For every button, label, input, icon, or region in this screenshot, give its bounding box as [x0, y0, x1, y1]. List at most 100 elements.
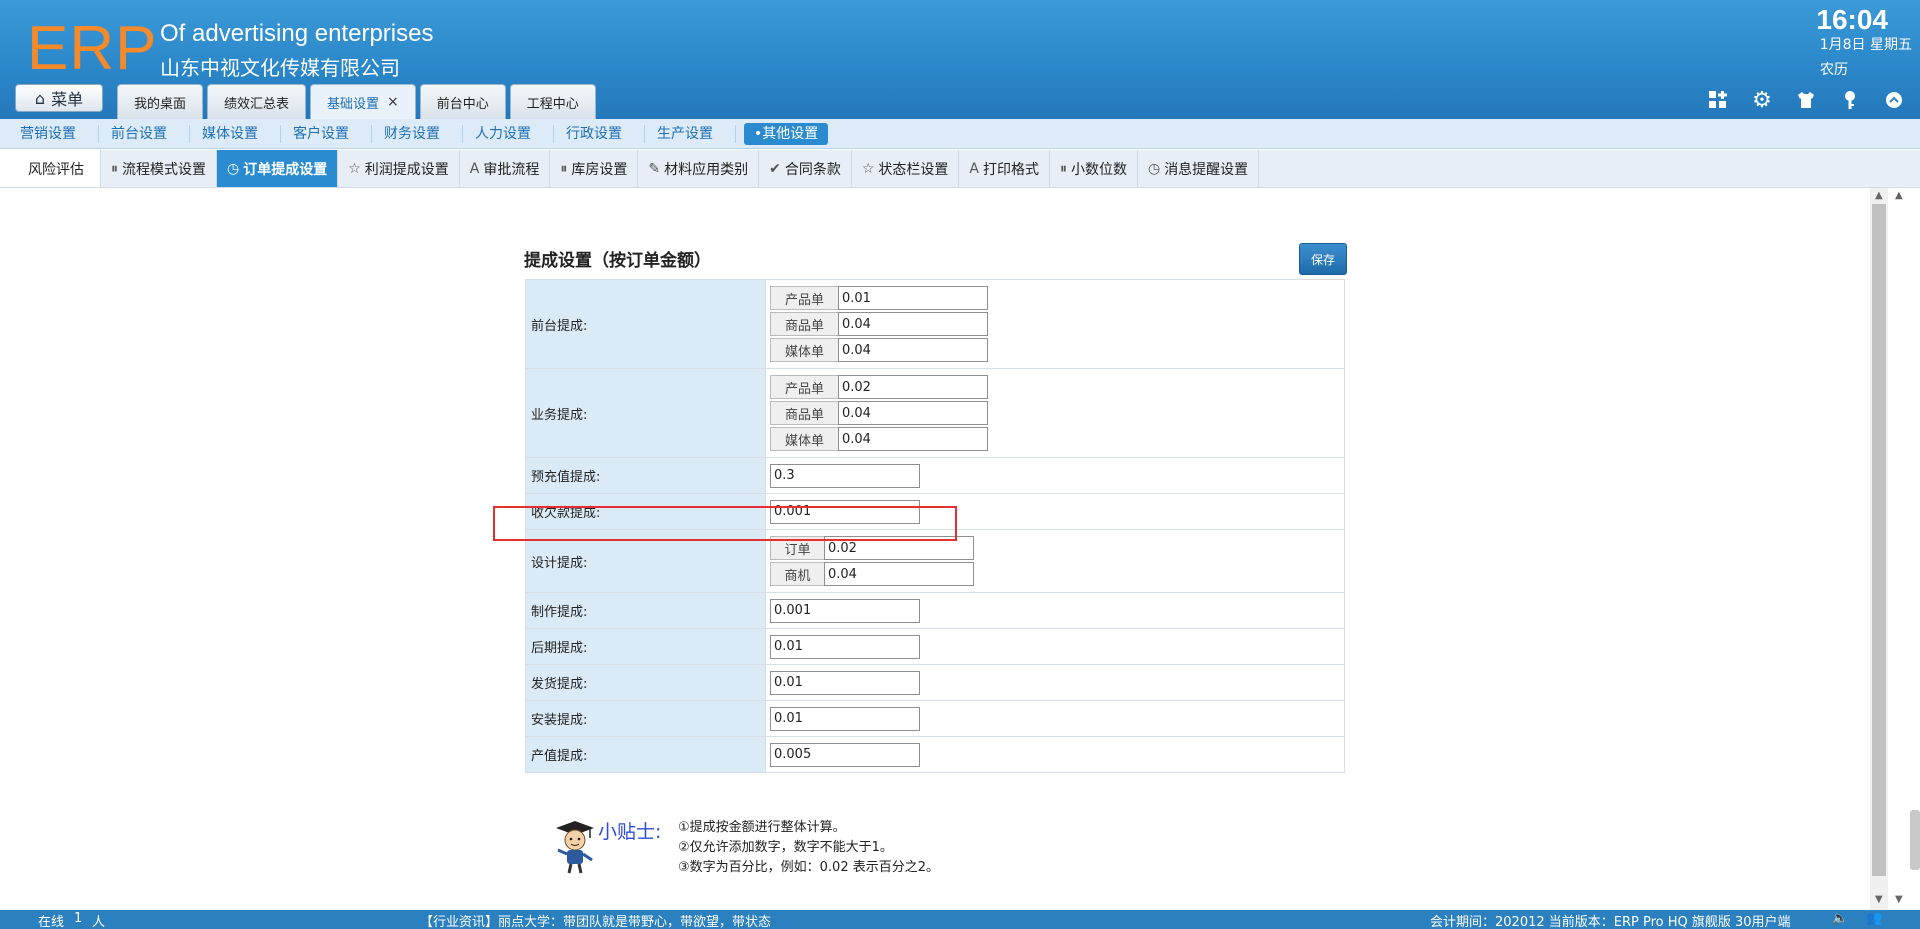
settings-tabs: 风险评估 ⏸ 流程模式设置 ◷ 订单提成设置 ☆ 利润提成设置 A 审批流程 ⏸ 库房设置… — [0, 150, 1920, 188]
tab-basic-settings[interactable]: 基础设置 × — [310, 84, 416, 119]
collapse-up-icon[interactable] — [1882, 88, 1906, 112]
prepaid-commission-input[interactable] — [770, 463, 920, 488]
menu-button[interactable]: ⌂ 菜单 — [15, 84, 103, 112]
tab-approval-flow[interactable]: A 审批流程 — [460, 150, 551, 187]
install-commission-input[interactable] — [770, 706, 920, 731]
input-addon: 媒体单 — [770, 427, 838, 451]
front-media-order-input[interactable] — [838, 338, 988, 362]
shipping-commission-input[interactable] — [770, 670, 920, 695]
tab-performance-summary[interactable]: 绩效汇总表 — [207, 84, 307, 119]
speaker-icon[interactable]: 🔈 — [1832, 911, 1848, 926]
nav-finance-settings[interactable]: 财务设置 — [372, 124, 463, 143]
shirt-icon[interactable] — [1794, 88, 1818, 112]
clock-icon: ◷ — [227, 160, 240, 177]
tab-label: 利润提成设置 — [364, 161, 449, 178]
online-unit: 人 — [92, 915, 106, 929]
tab-label: 消息提醒设置 — [1164, 161, 1249, 178]
nav-other-settings[interactable]: •其他设置 — [744, 122, 829, 145]
nav-production-settings[interactable]: 生产设置 — [645, 124, 736, 143]
tab-label: 风险评估 — [28, 161, 84, 178]
online-label: 在线 — [38, 915, 65, 929]
scrollbar-thumb[interactable] — [1872, 204, 1886, 876]
production-commission-input[interactable] — [770, 598, 920, 623]
row-front-commission: 前台提成: 产品单 商品单 媒体单 — [525, 279, 1345, 369]
nav-customer-settings[interactable]: 客户设置 — [281, 124, 372, 143]
tab-label: 工程中心 — [526, 96, 579, 112]
tab-order-commission[interactable]: ◷ 订单提成设置 — [217, 150, 339, 187]
input-addon: 产品单 — [770, 286, 838, 310]
tab-warehouse[interactable]: ⏸ 库房设置 — [550, 150, 639, 187]
design-opportunity-input[interactable] — [824, 562, 974, 586]
tab-material-category[interactable]: ✎ 材料应用类别 — [638, 150, 760, 187]
tab-label: 流程模式设置 — [122, 161, 206, 178]
outer-scroll-down-icon[interactable]: ▼ — [1895, 894, 1903, 905]
front-goods-order-input[interactable] — [838, 312, 988, 336]
tab-process-mode[interactable]: ⏸ 流程模式设置 — [101, 150, 217, 187]
tab-label: 前台中心 — [436, 96, 489, 112]
tab-decimal-places[interactable]: ⏸ 小数位数 — [1050, 150, 1138, 187]
field-label: 业务提成: — [525, 368, 766, 458]
tab-label: 库房设置 — [571, 161, 628, 178]
key-icon[interactable] — [1838, 88, 1862, 112]
scroll-up-icon[interactable]: ▲ — [1875, 190, 1883, 201]
nav-hr-settings[interactable]: 人力设置 — [463, 124, 554, 143]
field-label: 制作提成: — [525, 592, 766, 629]
tab-print-format[interactable]: A 打印格式 — [959, 150, 1050, 187]
app-header: ERP Of advertising enterprises 山东中视文化传媒有… — [0, 0, 1920, 119]
tips-list: ①提成按金额进行整体计算。 ②仅允许添加数字，数字不能大于1。 ③数字为百分比，… — [678, 818, 939, 878]
outer-scrollbar-thumb[interactable] — [1910, 810, 1920, 870]
field-label: 产值提成: — [525, 736, 766, 773]
business-media-order-input[interactable] — [838, 427, 988, 451]
news-ticker[interactable]: 【行业资讯】丽点大学：带团队就是带野心，带欲望，带状态 — [420, 911, 771, 929]
scroll-down-icon[interactable]: ▼ — [1875, 894, 1883, 905]
grid-add-icon[interactable] — [1706, 88, 1730, 112]
nav-admin-settings[interactable]: 行政设置 — [554, 124, 645, 143]
pause-circle-icon: ⏸ — [1059, 160, 1067, 177]
tip-line: ③数字为百分比，例如：0.02 表示百分之2。 — [678, 860, 940, 875]
tab-label: 小数位数 — [1070, 161, 1127, 178]
tab-front-center[interactable]: 前台中心 — [419, 84, 506, 119]
business-product-order-input[interactable] — [838, 375, 988, 399]
star-icon: ☆ — [348, 160, 361, 177]
nav-front-settings[interactable]: 前台设置 — [99, 124, 190, 143]
highlight-box — [493, 506, 957, 541]
company-name-en: Of advertising enterprises — [160, 20, 434, 47]
clock-icon: ◷ — [1147, 160, 1161, 177]
graduate-cartoon-icon — [552, 818, 598, 874]
menu-button-label: 菜单 — [51, 90, 84, 109]
tab-message-reminder[interactable]: ◷ 消息提醒设置 — [1138, 150, 1260, 187]
check-icon: ✔ — [769, 160, 781, 177]
gear-icon[interactable]: ⚙ — [1750, 88, 1774, 113]
content-area: 提成设置（按订单金额） 保存 前台提成: 产品单 商品单 媒体单 业务提成: 产… — [0, 188, 1870, 910]
nav-marketing-settings[interactable]: 营销设置 — [8, 124, 99, 143]
field-label: 发货提成: — [525, 664, 766, 701]
save-button[interactable]: 保存 — [1299, 243, 1347, 275]
tab-label: 状态栏设置 — [878, 161, 949, 178]
output-commission-input[interactable] — [770, 742, 920, 767]
tips-title: 小贴士: — [598, 821, 662, 843]
tab-label: 绩效汇总表 — [224, 96, 290, 112]
font-a-icon: A — [469, 160, 480, 177]
tab-profit-commission[interactable]: ☆ 利润提成设置 — [338, 150, 460, 187]
row-prepaid-commission: 预充值提成: — [525, 457, 1345, 494]
font-a-icon: A — [969, 160, 979, 177]
tab-contract-terms[interactable]: ✔ 合同条款 — [759, 150, 852, 187]
tab-engineering-center[interactable]: 工程中心 — [509, 84, 596, 119]
tab-desktop[interactable]: 我的桌面 — [117, 84, 204, 119]
close-icon[interactable]: × — [387, 94, 399, 110]
users-icon[interactable]: 👥 — [1866, 911, 1882, 926]
front-product-order-input[interactable] — [838, 286, 988, 310]
post-commission-input[interactable] — [770, 634, 920, 659]
field-label: 后期提成: — [525, 628, 766, 665]
clock-time: 16:04 — [1816, 4, 1888, 35]
business-goods-order-input[interactable] — [838, 401, 988, 425]
nav-media-settings[interactable]: 媒体设置 — [190, 124, 281, 143]
row-post-commission: 后期提成: — [525, 628, 1345, 665]
pencil-icon: ✎ — [648, 160, 661, 177]
tab-risk-assessment[interactable]: 风险评估 — [0, 150, 101, 187]
online-count: 1 — [74, 911, 83, 926]
top-toolbar: ⚙ — [1706, 88, 1906, 113]
tab-status-bar[interactable]: ☆ 状态栏设置 — [852, 150, 960, 187]
row-install-commission: 安装提成: — [525, 700, 1345, 737]
outer-scroll-up-icon[interactable]: ▲ — [1895, 190, 1903, 201]
